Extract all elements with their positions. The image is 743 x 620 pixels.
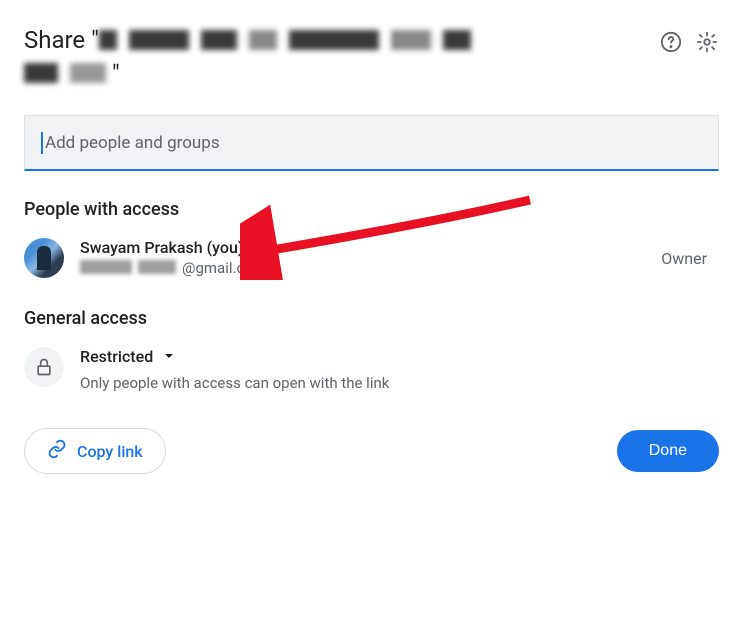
page-title: Share " "	[24, 24, 477, 91]
person-role: Owner	[661, 249, 707, 268]
gear-icon[interactable]	[695, 30, 719, 54]
input-placeholder: Add people and groups	[45, 133, 220, 153]
person-row: Swayam Prakash (you) @gmail.com Owner	[24, 238, 719, 278]
access-level-label: Restricted	[80, 347, 153, 366]
person-name: Swayam Prakash (you)	[80, 238, 661, 257]
access-level-description: Only people with access can open with th…	[80, 374, 389, 392]
link-icon	[47, 439, 67, 463]
copy-link-label: Copy link	[77, 442, 143, 461]
avatar	[24, 238, 64, 278]
dialog-footer: Copy link Done	[24, 428, 719, 474]
chevron-down-icon	[163, 347, 175, 366]
done-button[interactable]: Done	[617, 430, 719, 472]
people-access-heading: People with access	[24, 199, 719, 220]
person-email: @gmail.com	[80, 259, 661, 278]
help-icon[interactable]	[659, 30, 683, 54]
general-access-heading: General access	[24, 308, 719, 329]
lock-icon	[24, 347, 64, 387]
general-access-row: Restricted Only people with access can o…	[24, 347, 719, 392]
add-people-input[interactable]: Add people and groups	[24, 115, 719, 171]
copy-link-button[interactable]: Copy link	[24, 428, 166, 474]
dialog-header: Share " "	[24, 24, 719, 91]
access-level-dropdown[interactable]: Restricted	[80, 347, 389, 366]
